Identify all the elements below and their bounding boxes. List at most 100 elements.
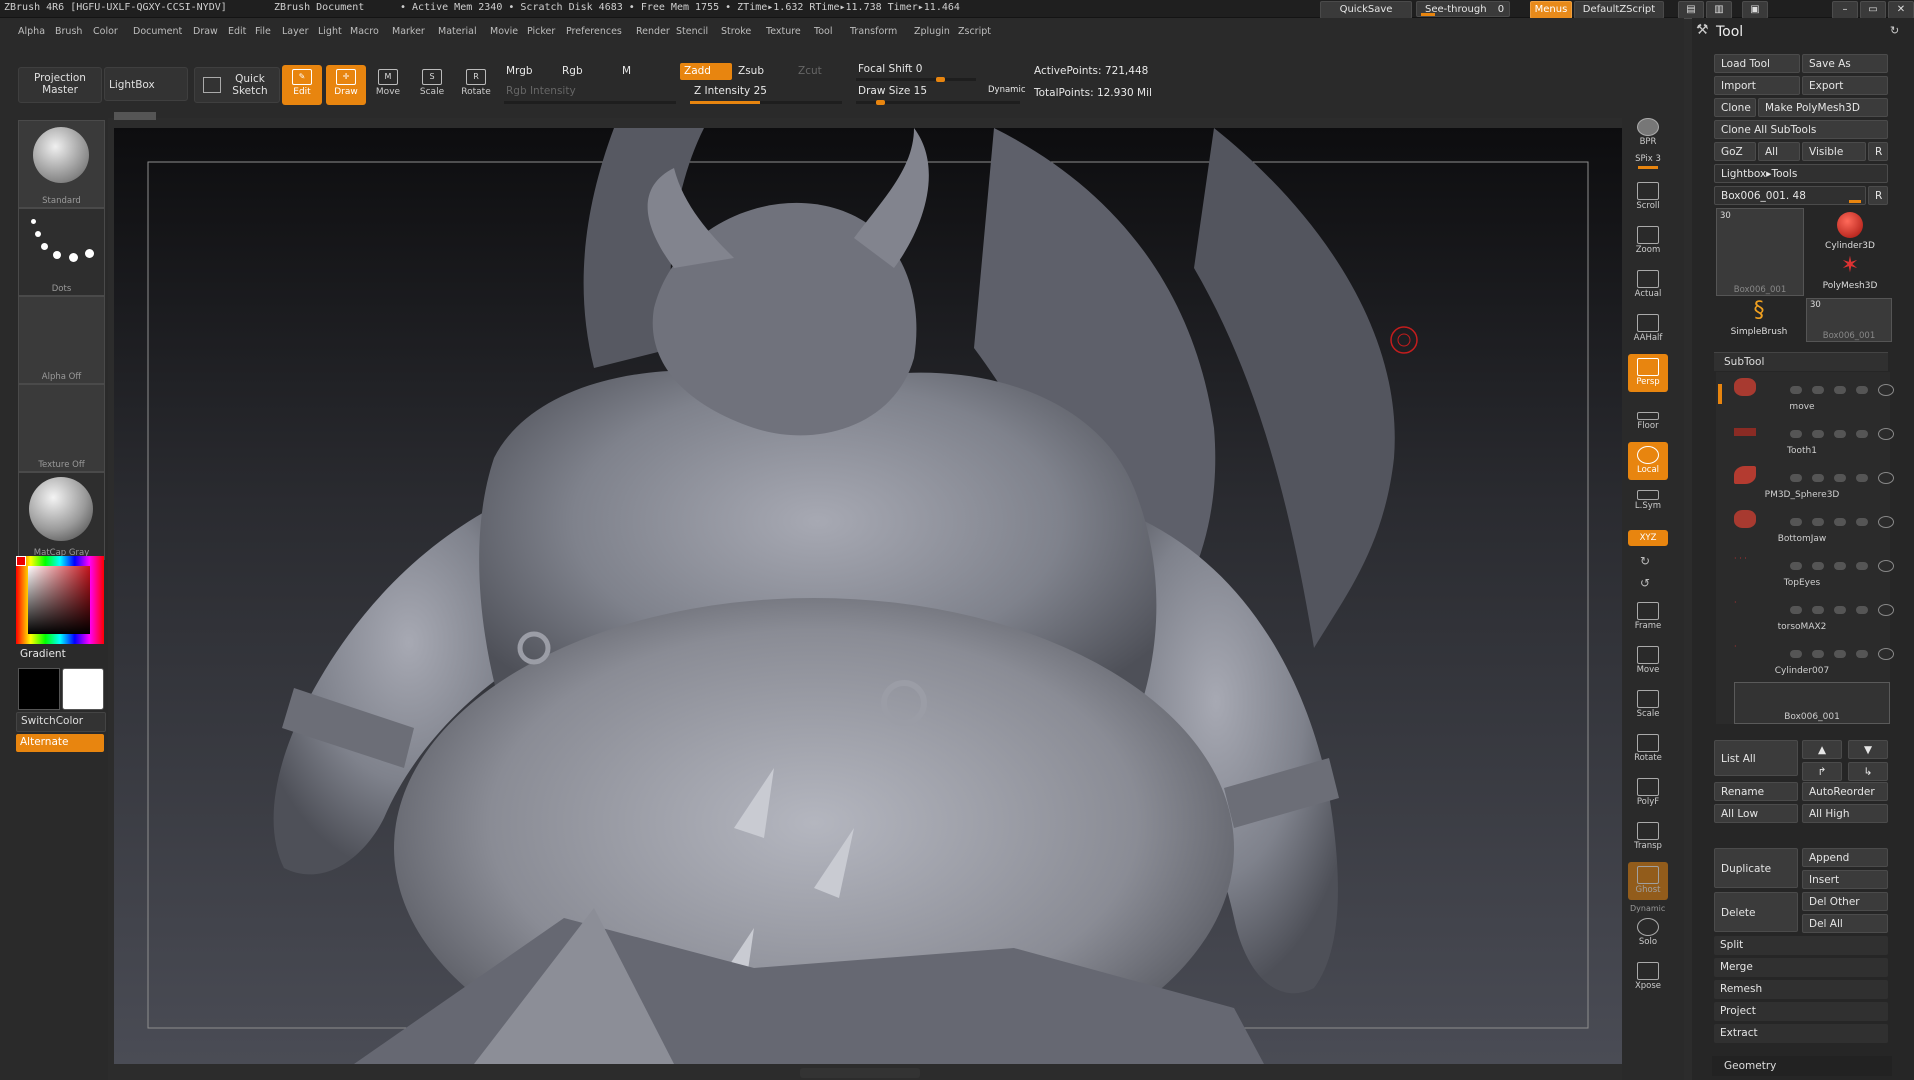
subtool-item-pm3d-sphere[interactable]: PM3D_Sphere3D (1732, 460, 1906, 504)
subtool-toggle[interactable] (1856, 430, 1868, 438)
subtool-toggle[interactable] (1790, 386, 1802, 394)
actual-button[interactable]: Actual (1628, 266, 1668, 304)
move-down-arrow-icon[interactable]: ▼ (1848, 740, 1888, 759)
subtool-toggle[interactable] (1812, 430, 1824, 438)
subtool-toggle[interactable] (1856, 386, 1868, 394)
focal-shift-knob[interactable] (936, 77, 945, 82)
duplicate-button[interactable]: Duplicate (1714, 848, 1798, 888)
subtool-toggle[interactable] (1856, 650, 1868, 658)
cylinder3d-tool[interactable]: Cylinder3D (1810, 212, 1890, 252)
goz-button[interactable]: GoZ (1714, 142, 1756, 161)
color-picker-square[interactable] (28, 566, 90, 634)
menu-movie[interactable]: Movie (490, 26, 518, 37)
lightbox-tools-button[interactable]: Lightbox▸Tools (1714, 164, 1888, 183)
subtool-toggle[interactable] (1812, 562, 1824, 570)
stroke-selector[interactable]: Dots (18, 208, 105, 296)
tool-thumb-box006-a[interactable]: 30 Box006_001 (1716, 208, 1804, 296)
bpr-button[interactable]: BPR (1628, 114, 1668, 152)
local-button[interactable]: Local (1628, 442, 1668, 480)
polyf-button[interactable]: PolyF (1628, 774, 1668, 812)
spix-slider[interactable]: SPix 3 (1628, 154, 1668, 174)
lock-icon[interactable]: ▣ (1742, 1, 1768, 19)
rotate-button[interactable]: R Rotate (456, 65, 496, 105)
subtool-toggle[interactable] (1856, 606, 1868, 614)
import-button[interactable]: Import (1714, 76, 1800, 95)
color-picker[interactable] (16, 556, 104, 644)
subtool-item-bottomjaw[interactable]: BottomJaw (1732, 504, 1906, 548)
polymesh3d-tool[interactable]: ✶ PolyMesh3D (1810, 254, 1890, 294)
rotate-y-icon[interactable]: ↻ (1640, 554, 1650, 568)
move-view-button[interactable]: Move (1628, 642, 1668, 680)
tool-thumb-box006-b[interactable]: 30 Box006_001 (1806, 298, 1892, 342)
texture-selector[interactable]: Texture Off (18, 384, 105, 472)
canvas-viewport[interactable] (114, 128, 1622, 1064)
palette-icon[interactable]: ▥ (1706, 1, 1732, 19)
draw-button[interactable]: ✛ Draw (326, 65, 366, 105)
visibility-eye-icon[interactable] (1878, 516, 1894, 528)
remesh-section[interactable]: Remesh (1714, 980, 1888, 999)
split-section[interactable]: Split (1714, 936, 1888, 955)
brush-selector[interactable]: Standard (18, 120, 105, 208)
goz-r-button[interactable]: R (1868, 142, 1888, 161)
gradient-toggle[interactable]: Gradient (20, 648, 66, 660)
subtool-item-move[interactable]: move (1732, 372, 1906, 416)
merge-section[interactable]: Merge (1714, 958, 1888, 977)
transp-button[interactable]: Transp (1628, 818, 1668, 856)
move-down-right-icon[interactable]: ↳ (1848, 762, 1888, 781)
viewport-scroll-handle[interactable] (114, 112, 156, 120)
menu-brush[interactable]: Brush (55, 26, 82, 37)
maximize-icon[interactable]: ▭ (1860, 1, 1886, 19)
sculpt-model[interactable] (114, 128, 1622, 1064)
subtool-toggle[interactable] (1812, 650, 1824, 658)
menu-stencil[interactable]: Stencil (676, 26, 708, 37)
persp-button[interactable]: Persp (1628, 354, 1668, 392)
move-button[interactable]: M Move (368, 65, 408, 105)
del-other-button[interactable]: Del Other (1802, 892, 1888, 911)
zsub-button[interactable]: Zsub (738, 65, 764, 77)
subtool-item-box006-selected[interactable]: Box006_001 (1734, 682, 1890, 724)
subtool-toggle[interactable] (1856, 518, 1868, 526)
layout-icon[interactable]: ▤ (1678, 1, 1704, 19)
aahalf-button[interactable]: AAHalf (1628, 310, 1668, 348)
quick-sketch-button[interactable]: Quick Sketch (194, 67, 280, 103)
floor-button[interactable]: Floor (1628, 398, 1668, 436)
subtool-toggle[interactable] (1790, 650, 1802, 658)
ghost-button[interactable]: Ghost (1628, 862, 1668, 900)
geometry-section[interactable]: Geometry (1712, 1056, 1892, 1076)
alpha-selector[interactable]: Alpha Off (18, 296, 105, 384)
visibility-eye-icon[interactable] (1878, 604, 1894, 616)
m-button[interactable]: M (622, 65, 631, 77)
subtool-toggle[interactable] (1812, 518, 1824, 526)
subtool-toggle[interactable] (1856, 474, 1868, 482)
secondary-color-swatch[interactable] (18, 668, 60, 710)
menu-stroke[interactable]: Stroke (721, 26, 751, 37)
visibility-eye-icon[interactable] (1878, 472, 1894, 484)
zoom-button[interactable]: Zoom (1628, 222, 1668, 260)
minimize-icon[interactable]: – (1832, 1, 1858, 19)
menu-texture[interactable]: Texture (766, 26, 801, 37)
rgb-button[interactable]: Rgb (562, 65, 583, 77)
goz-all-button[interactable]: All (1758, 142, 1800, 161)
menu-render[interactable]: Render (636, 26, 670, 37)
solo-button[interactable]: Solo (1628, 914, 1668, 952)
subtool-toggle[interactable] (1812, 606, 1824, 614)
xpose-button[interactable]: Xpose (1628, 958, 1668, 996)
menu-transform[interactable]: Transform (850, 26, 897, 37)
current-tool-slider[interactable]: Box006_001. 48 (1714, 186, 1866, 205)
clone-button[interactable]: Clone (1714, 98, 1756, 117)
goz-visible-button[interactable]: Visible (1802, 142, 1866, 161)
edit-button[interactable]: ✎ Edit (282, 65, 322, 105)
load-tool-button[interactable]: Load Tool (1714, 54, 1800, 73)
switch-color-button[interactable]: SwitchColor (16, 712, 106, 732)
tool-r-button[interactable]: R (1868, 186, 1888, 205)
menu-preferences[interactable]: Preferences (566, 26, 622, 37)
subtool-item-cylinder007[interactable]: · Cylinder007 (1732, 636, 1906, 680)
subtool-toggle[interactable] (1856, 562, 1868, 570)
subtool-toggle[interactable] (1812, 386, 1824, 394)
z-intensity-slider[interactable]: Z Intensity 25 (694, 85, 767, 97)
menu-document[interactable]: Document (133, 26, 182, 37)
menu-edit[interactable]: Edit (228, 26, 246, 37)
rotate-z-icon[interactable]: ↺ (1640, 576, 1650, 590)
delete-button[interactable]: Delete (1714, 892, 1798, 932)
menu-alpha[interactable]: Alpha (18, 26, 45, 37)
